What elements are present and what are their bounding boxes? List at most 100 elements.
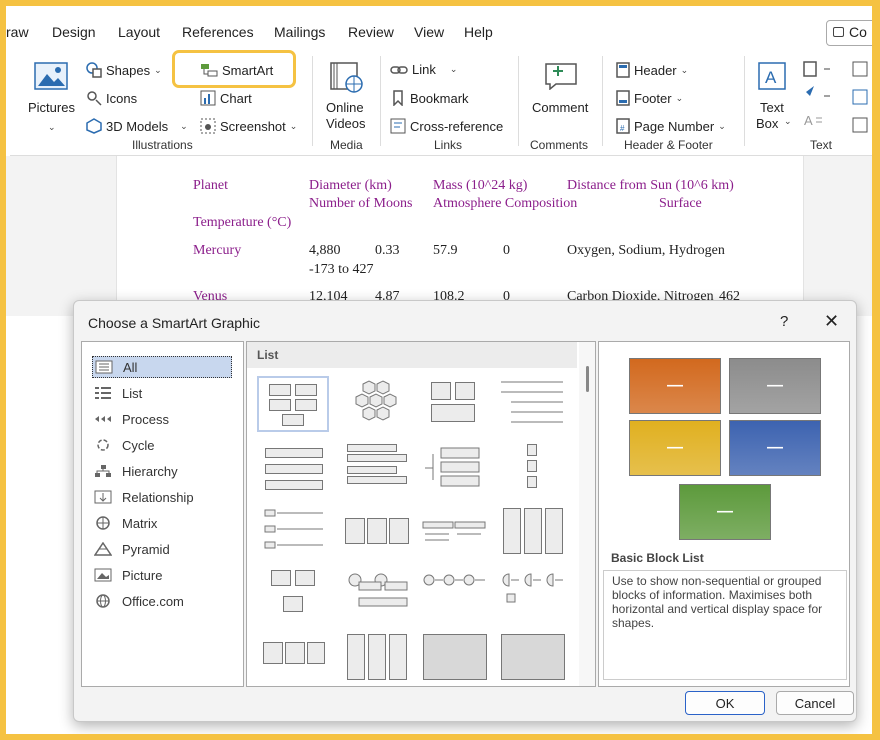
- layout-bullet-rows[interactable]: [257, 504, 329, 560]
- tab-review[interactable]: Review: [348, 24, 394, 40]
- category-hierarchy[interactable]: Hierarchy: [94, 460, 178, 482]
- footer-icon: [616, 90, 630, 106]
- preview-title: Basic Block List: [611, 551, 704, 565]
- cycle-icon: [97, 439, 109, 451]
- bookmark-button[interactable]: Bookmark: [390, 90, 469, 106]
- category-office-com[interactable]: Office.com: [94, 590, 184, 612]
- dialog-title: Choose a SmartArt Graphic: [88, 315, 260, 331]
- media-group-label: Media: [330, 138, 363, 152]
- tab-draw[interactable]: raw: [6, 24, 29, 40]
- header-atmosphere: Atmosphere Composition: [433, 196, 578, 211]
- text-box-icon: A: [758, 62, 786, 90]
- layout-three-columns[interactable]: [341, 504, 413, 560]
- header-button[interactable]: Header ⌄: [616, 62, 688, 78]
- text-box-button[interactable]: A Text Box ⌄: [752, 58, 796, 134]
- layout-picture-caption[interactable]: [257, 568, 329, 624]
- comment-button[interactable]: Comment: [526, 58, 596, 134]
- divider: [602, 56, 603, 146]
- footer-button[interactable]: Footer ⌄: [616, 90, 683, 106]
- divider: [518, 56, 519, 146]
- row-mass: 0.33: [375, 243, 400, 258]
- tab-references[interactable]: References: [182, 24, 254, 40]
- all-icon: [95, 360, 113, 374]
- smartart-highlight: [172, 50, 296, 88]
- pictures-label: Pictures: [28, 100, 75, 115]
- divider: [744, 56, 745, 146]
- layout-circle-columns[interactable]: [497, 632, 569, 686]
- tab-help[interactable]: Help: [464, 24, 493, 40]
- chevron-down-icon: ⌄: [48, 122, 56, 132]
- chart-button[interactable]: Chart: [200, 90, 252, 106]
- shapes-button[interactable]: Shapes ⌄: [86, 62, 162, 78]
- layout-layered-bars[interactable]: [341, 440, 413, 496]
- 3d-models-button[interactable]: 3D Models ⌄: [86, 118, 188, 134]
- page-number-button[interactable]: # Page Number ⌄: [616, 118, 726, 134]
- category-picture[interactable]: Picture: [94, 564, 162, 586]
- category-relationship[interactable]: Relationship: [94, 486, 194, 508]
- row-planet: Mercury: [193, 243, 242, 258]
- tab-mailings[interactable]: Mailings: [274, 24, 325, 40]
- page-number-icon: #: [616, 118, 630, 134]
- quick-parts-icon[interactable]: A: [802, 60, 842, 150]
- signature-icon[interactable]: [852, 60, 872, 150]
- ok-button[interactable]: OK: [685, 691, 765, 715]
- category-matrix[interactable]: Matrix: [94, 512, 157, 534]
- tab-design[interactable]: Design: [52, 24, 96, 40]
- picture-icon: [94, 568, 112, 582]
- layout-vertical-chain[interactable]: [497, 440, 569, 496]
- layout-grouped-blocks[interactable]: [419, 376, 491, 432]
- globe-icon: [96, 594, 110, 608]
- preview-panel: — — — — — Basic Block List Use to show n…: [598, 341, 850, 687]
- icons-icon: [87, 91, 102, 106]
- link-icon: [390, 65, 408, 74]
- tab-view[interactable]: View: [414, 24, 444, 40]
- cancel-button[interactable]: Cancel: [776, 691, 854, 715]
- pyramid-icon: [94, 542, 112, 556]
- help-button[interactable]: ?: [780, 313, 788, 330]
- cube-icon: [86, 118, 102, 134]
- svg-text:A: A: [804, 113, 813, 128]
- layout-stacked-bars[interactable]: [257, 440, 329, 496]
- category-pyramid[interactable]: Pyramid: [94, 538, 170, 560]
- icons-button[interactable]: Icons: [86, 90, 137, 106]
- layout-column-blocks[interactable]: [341, 632, 413, 686]
- layout-dot-process[interactable]: [419, 568, 491, 624]
- screenshot-button[interactable]: Screenshot ⌄: [200, 118, 297, 134]
- document-margin: [804, 156, 872, 316]
- layout-half-circle-list[interactable]: [497, 568, 569, 624]
- link-button[interactable]: Link ⌄: [390, 62, 457, 77]
- illustrations-group-label: Illustrations: [132, 138, 193, 152]
- header-planet: Planet: [193, 178, 228, 193]
- gallery-scrollbar[interactable]: [579, 342, 595, 686]
- video-icon: [330, 62, 363, 93]
- layout-lined-list[interactable]: [497, 376, 569, 432]
- layout-basic-block-list[interactable]: [257, 376, 329, 432]
- online-videos-button[interactable]: Online Videos: [320, 58, 372, 134]
- screenshot-icon: [200, 118, 216, 134]
- pictures-button[interactable]: Pictures ⌄: [22, 58, 78, 134]
- comments-pane-button[interactable]: Co: [826, 20, 872, 46]
- scrollbar-thumb[interactable]: [586, 366, 589, 392]
- preview-block: —: [679, 484, 771, 540]
- header-temperature: Temperature (°C): [193, 215, 292, 230]
- layout-table-list[interactable]: [419, 632, 491, 686]
- process-icon: [95, 416, 111, 422]
- category-all[interactable]: All: [92, 356, 232, 378]
- layout-tab-list[interactable]: [419, 504, 491, 560]
- links-group-label: Links: [434, 138, 463, 152]
- header-surface: Surface: [659, 196, 702, 211]
- category-list-item[interactable]: List: [94, 382, 142, 404]
- svg-text:A: A: [765, 68, 777, 87]
- layout-hexagon-cluster[interactable]: [341, 376, 413, 432]
- hierarchy-icon: [95, 465, 111, 477]
- category-cycle[interactable]: Cycle: [94, 434, 155, 456]
- layout-circle-label[interactable]: [341, 568, 413, 624]
- category-process[interactable]: Process: [94, 408, 169, 430]
- layout-arrow-blocks[interactable]: [257, 632, 329, 686]
- layout-bracket-list[interactable]: [419, 440, 491, 496]
- preview-block: —: [629, 420, 721, 476]
- cross-reference-button[interactable]: Cross-reference: [390, 118, 503, 134]
- layout-column-stacks[interactable]: [497, 504, 569, 560]
- tab-layout[interactable]: Layout: [118, 24, 160, 40]
- close-button[interactable]: ✕: [824, 311, 839, 332]
